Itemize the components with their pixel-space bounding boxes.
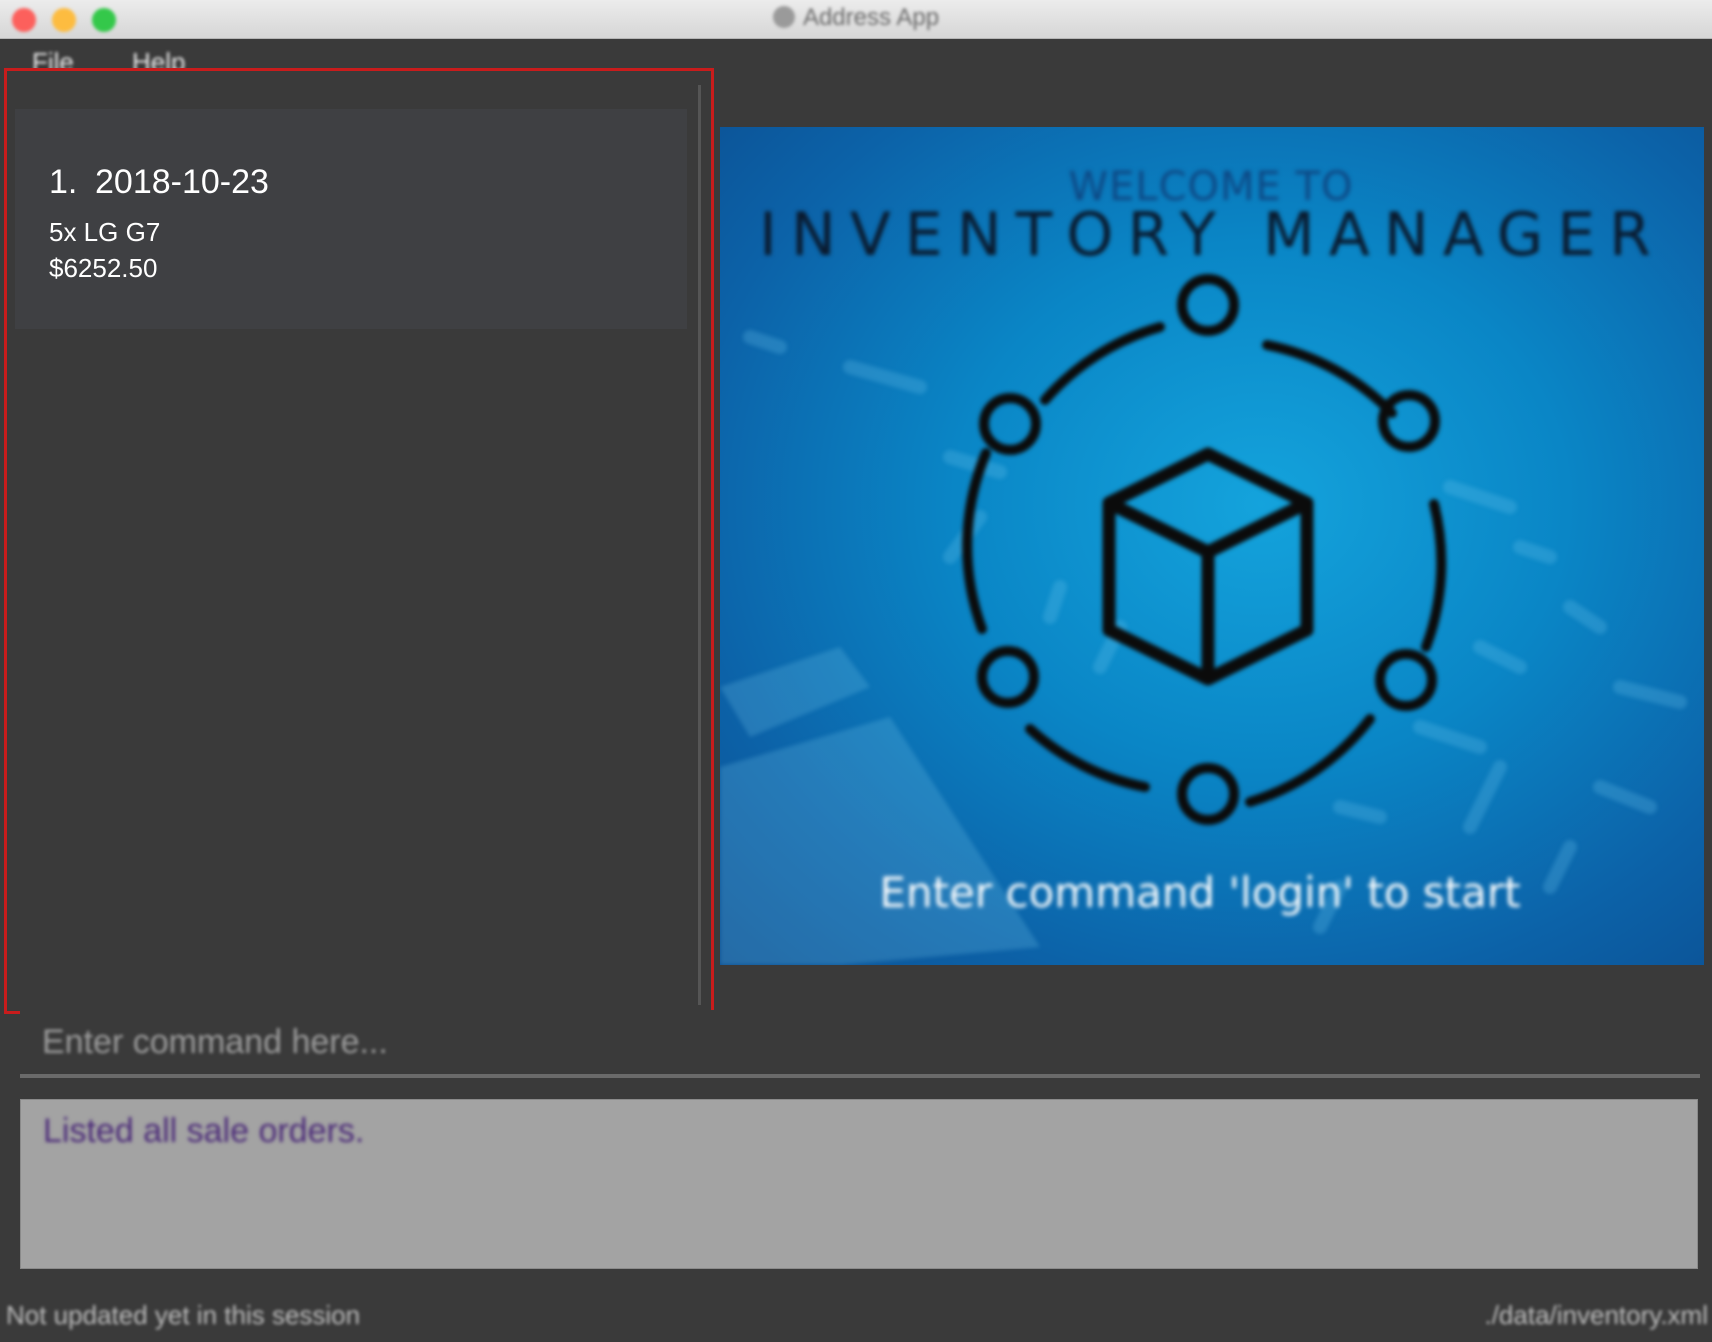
command-box [20,1010,1700,1078]
save-location: ./data/inventory.xml [1484,1300,1708,1330]
welcome-hint: Enter command 'login' to start [879,868,1520,917]
list-scrollbar[interactable] [698,85,701,1005]
sale-order-card[interactable]: 1. 2018-10-23 5x LG G7 $6252.50 [15,109,687,329]
app-window: Address App File Help 1. 2018-10-23 5x L… [0,0,1712,1342]
window-title: Address App [0,4,1712,32]
welcome-panel: WELCOME TO INVENTORY MANAGER Enter comma… [720,127,1704,965]
window-title-text: Address App [802,4,940,31]
result-text: Listed all sale orders. [43,1112,365,1150]
status-bar: Not updated yet in this session ./data/i… [0,1288,1712,1342]
cube-icon [1102,447,1314,686]
command-input[interactable] [40,1016,1644,1068]
order-date: 2018-10-23 [95,163,269,201]
sale-order-list-panel[interactable]: 1. 2018-10-23 5x LG G7 $6252.50 [4,68,714,1014]
order-index: 1. [49,163,78,201]
welcome-background: WELCOME TO INVENTORY MANAGER Enter comma… [720,164,1687,965]
sync-status: Not updated yet in this session [6,1300,361,1330]
app-icon [772,6,795,28]
title-bar: Address App [0,0,1712,39]
order-total: $6252.50 [49,253,158,283]
welcome-title: INVENTORY MANAGER [759,200,1665,270]
order-items: 5x LG G7 [49,217,161,247]
result-display[interactable]: Listed all sale orders. [20,1099,1698,1269]
